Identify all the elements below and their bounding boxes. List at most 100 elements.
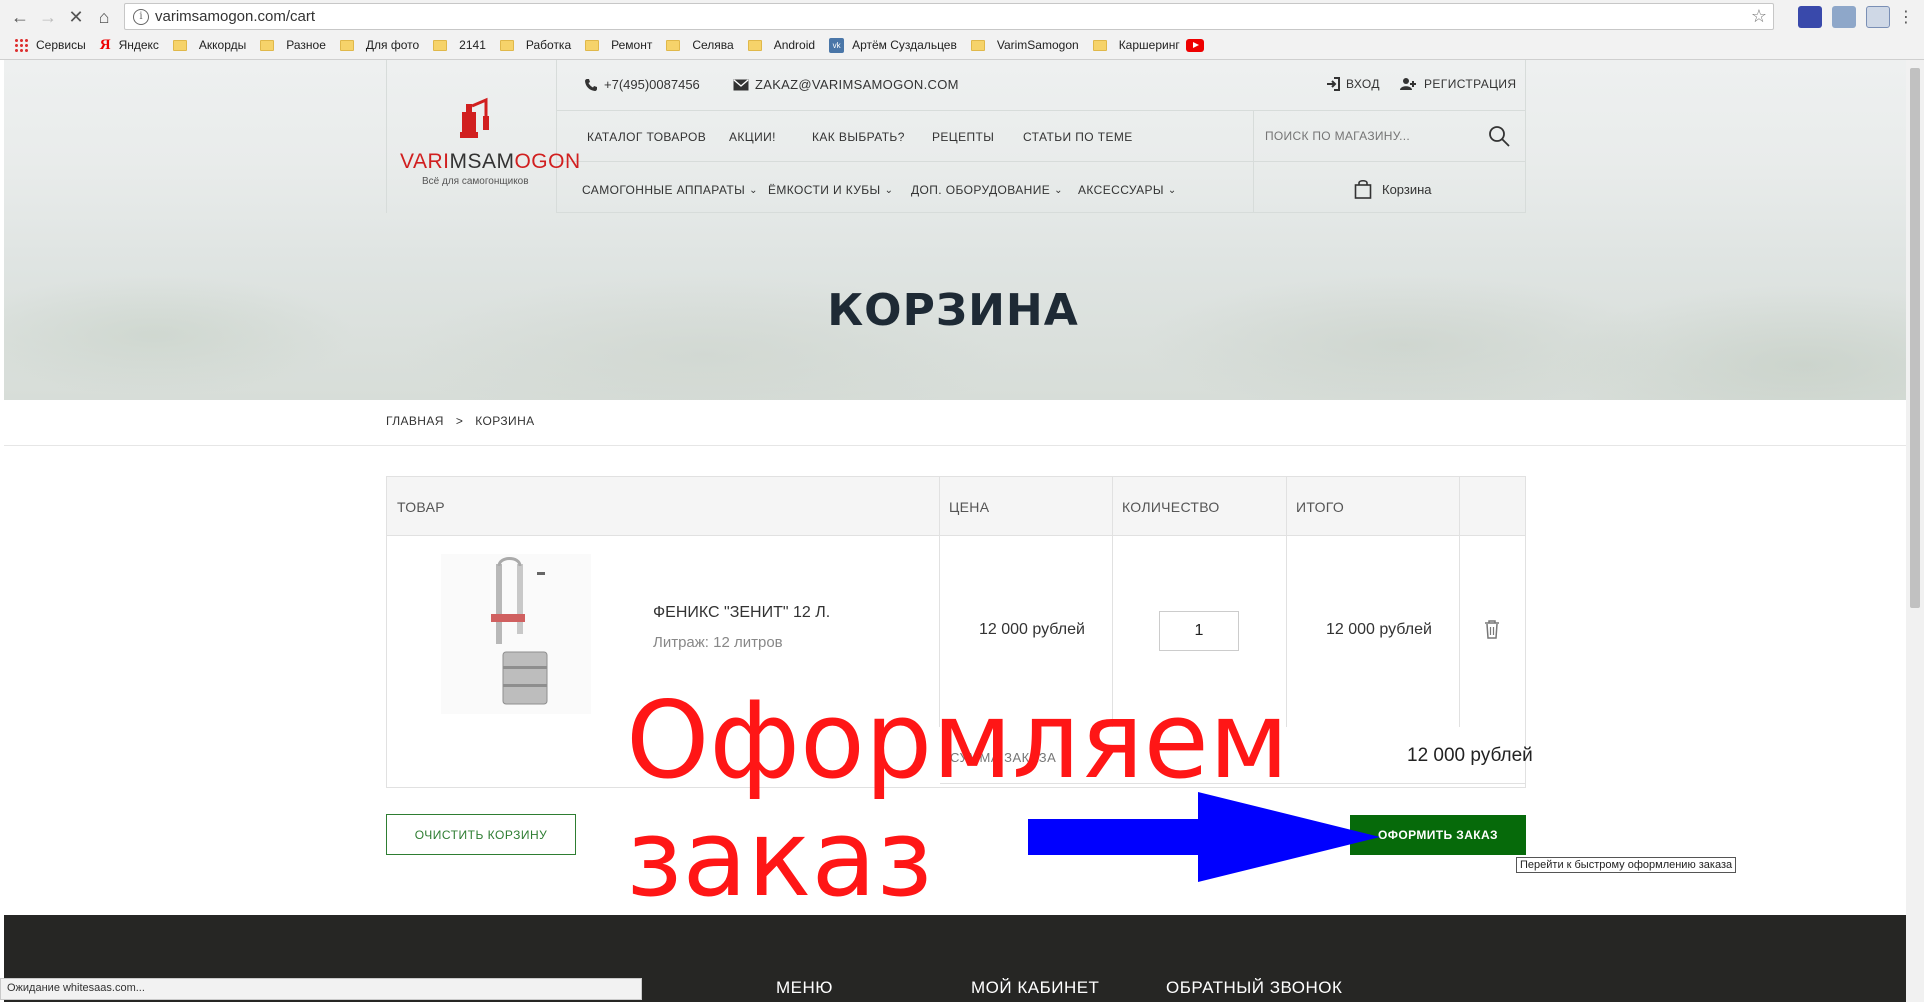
- bookmarks-bar: Сервисы Я Яндекс Аккорды Разное Для фото …: [0, 33, 1924, 57]
- vk-icon: vk: [829, 37, 845, 53]
- site-info-icon[interactable]: i: [133, 9, 149, 25]
- quantity-input[interactable]: [1159, 611, 1239, 651]
- divider: [4, 445, 1906, 446]
- col-price: ЦЕНА: [949, 499, 990, 515]
- page-scrollbar[interactable]: [1906, 60, 1924, 1002]
- add-user-icon: [1400, 78, 1416, 90]
- bookmark-folder[interactable]: Android: [747, 38, 815, 52]
- yandex-icon: Я: [99, 36, 111, 53]
- header-cart-link[interactable]: Корзина: [1354, 179, 1432, 199]
- search-icon[interactable]: [1487, 124, 1511, 148]
- bookmark-folder[interactable]: Аккорды: [172, 38, 246, 52]
- register-link[interactable]: РЕГИСТРАЦИЯ: [1400, 77, 1517, 91]
- bookmark-vk[interactable]: vk Артём Суздальцев: [829, 37, 957, 53]
- menu-tanks[interactable]: ЁМКОСТИ И КУБЫ ⌄: [768, 183, 893, 197]
- mail-extension-icon[interactable]: [1832, 6, 1856, 28]
- bookmark-yandex[interactable]: Я Яндекс: [100, 37, 159, 54]
- folder-icon: [1092, 39, 1107, 51]
- annotation-line: Оформляем: [626, 679, 1289, 802]
- product-name[interactable]: ФЕНИКС "ЗЕНИТ" 12 Л.: [653, 604, 830, 622]
- forward-icon[interactable]: →: [36, 5, 60, 29]
- shopping-bag-icon: [1354, 179, 1372, 199]
- menu-catalog[interactable]: КАТАЛОГ ТОВАРОВ: [587, 130, 706, 144]
- menu-equipment[interactable]: ДОП. ОБОРУДОВАНИЕ ⌄: [911, 183, 1063, 197]
- stop-loading-icon[interactable]: ✕: [64, 5, 88, 29]
- annotation-arrow-icon: [1028, 792, 1380, 882]
- bookmark-folder[interactable]: Работка: [499, 38, 571, 52]
- bookmark-folder[interactable]: VarimSamogon: [970, 38, 1079, 52]
- bookmark-folder[interactable]: Каршеринг: [1092, 38, 1204, 52]
- bookmark-star-icon[interactable]: ☆: [1751, 6, 1767, 27]
- bookmark-folder[interactable]: Для фото: [339, 38, 419, 52]
- footer-menu-heading: МЕНЮ: [776, 978, 833, 997]
- page-title: КОРЗИНА: [827, 285, 1079, 336]
- logo-text-red: OGON: [514, 150, 581, 173]
- folder-icon: [433, 39, 448, 51]
- logo-subtitle: Всё для самогонщиков: [422, 176, 529, 187]
- back-icon[interactable]: ←: [8, 5, 32, 29]
- folder-icon: [172, 39, 187, 51]
- address-bar[interactable]: i varimsamogon.com/cart ☆: [124, 3, 1774, 30]
- bookmark-folder[interactable]: Разное: [260, 38, 326, 52]
- col-product: ТОВАР: [397, 499, 445, 515]
- email-text: ZAKAZ@VARIMSAMOGON.COM: [755, 77, 959, 92]
- site-logo[interactable]: VARIMSAMOGON Всё для самогонщиков: [400, 90, 580, 200]
- status-bar: Ожидание whitesaas.com...: [0, 978, 642, 1000]
- chevron-down-icon: ⌄: [884, 184, 893, 196]
- bookmark-folder[interactable]: Селява: [666, 38, 734, 52]
- login-text: ВХОД: [1346, 77, 1380, 91]
- scrollbar-thumb[interactable]: [1910, 68, 1920, 608]
- search-input[interactable]: [1265, 122, 1475, 150]
- extension-icon[interactable]: [1798, 6, 1822, 28]
- envelope-icon: [733, 78, 749, 90]
- menu-how-to-choose[interactable]: КАК ВЫБРАТЬ?: [812, 130, 905, 144]
- product-total: 12 000 рублей: [1326, 621, 1432, 638]
- chevron-down-icon: ⌄: [1167, 184, 1177, 196]
- url-text: varimsamogon.com/cart: [155, 8, 316, 25]
- logo-text-dark: MSAM: [449, 150, 515, 173]
- phone-text: +7(495)0087456: [604, 77, 700, 92]
- youtube-icon[interactable]: [1185, 38, 1204, 52]
- menu-accessories[interactable]: АКСЕССУАРЫ ⌄: [1078, 183, 1176, 197]
- trash-icon[interactable]: [1484, 619, 1500, 639]
- menu-stills[interactable]: САМОГОННЫЕ АППАРАТЫ ⌄: [582, 183, 758, 197]
- menu-articles[interactable]: СТАТЬИ ПО ТЕМЕ: [1023, 130, 1133, 144]
- email-link[interactable]: ZAKAZ@VARIMSAMOGON.COM: [733, 77, 959, 92]
- login-link[interactable]: ВХОД: [1326, 77, 1380, 91]
- browser-chrome: ← → ✕ ⌂ i varimsamogon.com/cart ☆ ⋮ Серв…: [0, 0, 1924, 60]
- product-attribute: Литраж: 12 литров: [653, 634, 783, 651]
- bookmark-folder[interactable]: Ремонт: [585, 38, 652, 52]
- footer-callback-heading: ОБРАТНЫЙ ЗВОНОК: [1166, 978, 1343, 997]
- menu-recipes[interactable]: РЕЦЕПТЫ: [932, 130, 994, 144]
- folder-icon: [585, 39, 600, 51]
- translate-extension-icon[interactable]: [1866, 6, 1890, 28]
- sum-value: 12 000 рублей: [1407, 745, 1533, 766]
- col-quantity: КОЛИЧЕСТВО: [1122, 499, 1220, 515]
- bookmark-folder[interactable]: 2141: [433, 38, 486, 52]
- product-price: 12 000 рублей: [979, 621, 1085, 638]
- folder-icon: [970, 39, 985, 51]
- table-header: ТОВАР ЦЕНА КОЛИЧЕСТВО ИТОГО: [387, 477, 1525, 536]
- clear-cart-button[interactable]: ОЧИСТИТЬ КОРЗИНУ: [386, 814, 576, 855]
- chevron-down-icon: ⌄: [1054, 184, 1063, 196]
- bookmark-services[interactable]: Сервисы: [14, 38, 86, 52]
- breadcrumb-home[interactable]: ГЛАВНАЯ: [386, 414, 444, 428]
- browser-menu-icon[interactable]: ⋮: [1894, 5, 1918, 29]
- breadcrumb-current: КОРЗИНА: [475, 414, 535, 428]
- contacts-row: [557, 60, 1526, 111]
- chevron-down-icon: ⌄: [749, 184, 758, 196]
- col-total: ИТОГО: [1296, 499, 1345, 515]
- home-icon[interactable]: ⌂: [92, 5, 116, 29]
- phone-link[interactable]: +7(495)0087456: [584, 77, 700, 92]
- breadcrumb-separator: >: [455, 414, 464, 428]
- menu-promotions[interactable]: АКЦИИ!: [729, 130, 776, 144]
- folder-icon: [747, 39, 762, 51]
- product-image[interactable]: [441, 554, 591, 714]
- logo-still-icon: [460, 97, 489, 138]
- register-text: РЕГИСТРАЦИЯ: [1424, 77, 1517, 91]
- phone-icon: [585, 78, 597, 91]
- footer-account-heading: МОЙ КАБИНЕТ: [971, 978, 1100, 997]
- checkout-tooltip: Перейти к быстрому оформлению заказа: [1516, 857, 1737, 873]
- login-icon: [1327, 77, 1340, 91]
- folder-icon: [339, 39, 354, 51]
